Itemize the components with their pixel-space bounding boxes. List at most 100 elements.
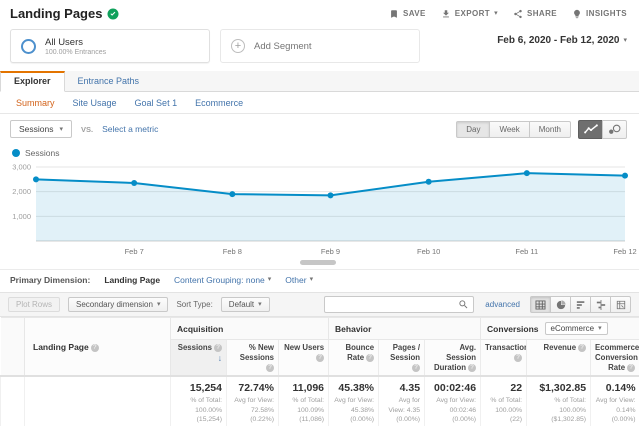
other-label: Other	[285, 275, 306, 285]
svg-text:Feb 12: Feb 12	[613, 247, 636, 256]
content-grouping-link[interactable]: Content Grouping: none ▾	[174, 275, 271, 285]
plot-rows-button[interactable]: Plot Rows	[8, 297, 60, 312]
percentage-view-button[interactable]	[550, 296, 571, 313]
chevron-down-icon: ▾	[494, 10, 498, 17]
scrollbar-thumb[interactable]	[300, 260, 336, 265]
totals-revenue: $1,302.85% of Total: 100.00% ($1,302.85)	[527, 376, 591, 426]
export-button[interactable]: EXPORT ▾	[441, 9, 498, 19]
secondary-dimension-button[interactable]: Secondary dimension ▾	[68, 297, 168, 312]
date-range-selector[interactable]: Feb 6, 2020 - Feb 12, 2020 ▾	[497, 35, 627, 46]
group-header-row: Landing Page Acquisition Behavior Conver…	[1, 318, 639, 340]
all-users-segment[interactable]: All Users 100.00% Entrances	[10, 29, 210, 63]
acquisition-group-header: Acquisition	[171, 318, 329, 340]
totals-checkbox-cell	[1, 376, 25, 426]
performance-view-button[interactable]	[570, 296, 591, 313]
help-icon[interactable]	[266, 364, 274, 372]
search-button[interactable]	[457, 299, 470, 310]
sessions-column-header[interactable]: Sessions ↓	[171, 340, 227, 377]
save-icon	[389, 9, 399, 19]
acquisition-label: Acquisition	[177, 324, 223, 334]
subtab-ecommerce[interactable]: Ecommerce	[195, 98, 243, 108]
tab-explorer[interactable]: Explorer	[0, 71, 65, 92]
date-range-text: Feb 6, 2020 - Feb 12, 2020	[497, 35, 619, 46]
segment-subtitle: 100.00% Entrances	[45, 49, 106, 56]
insights-label: INSIGHTS	[586, 9, 627, 18]
help-icon[interactable]	[468, 364, 476, 372]
chevron-down-icon: ▾	[310, 276, 314, 283]
share-button[interactable]: SHARE	[513, 9, 557, 19]
insights-button[interactable]: INSIGHTS	[572, 9, 627, 19]
help-icon[interactable]	[514, 354, 522, 362]
svg-text:Feb 11: Feb 11	[515, 247, 538, 256]
sort-type-button[interactable]: Default ▾	[221, 297, 270, 312]
data-table-view-button[interactable]	[530, 296, 551, 313]
subtab-summary[interactable]: Summary	[16, 98, 55, 108]
granularity-controls: Day Week Month	[456, 120, 627, 139]
totals-new-users: 11,096% of Total: 100.09% (11,086)	[279, 376, 329, 426]
primary-dimension-row: Primary Dimension: Landing Page Content …	[0, 269, 639, 289]
line-chart-view-button[interactable]	[578, 120, 603, 139]
svg-text:Feb 7: Feb 7	[125, 247, 144, 256]
motion-chart-view-button[interactable]	[602, 120, 627, 139]
help-icon[interactable]	[214, 344, 222, 352]
comparison-icon	[596, 300, 606, 310]
sort-type-label: Sort Type:	[176, 300, 212, 309]
save-button[interactable]: SAVE	[389, 9, 426, 19]
help-icon[interactable]	[412, 364, 420, 372]
totals-pages-per-session: 4.35Avg for View: 4.35 (0.00%)	[379, 376, 425, 426]
report-table: Landing Page Acquisition Behavior Conver…	[0, 317, 639, 426]
help-icon[interactable]	[366, 354, 374, 362]
metric-selector-button[interactable]: Sessions ▾	[10, 120, 72, 138]
other-dimension-link[interactable]: Other ▾	[285, 275, 313, 285]
help-icon[interactable]	[316, 354, 324, 362]
svg-text:1,000: 1,000	[12, 212, 31, 221]
chart-controls: Sessions ▾ VS. Select a metric Day Week …	[0, 114, 639, 144]
transactions-column-header[interactable]: Transactions	[481, 340, 527, 377]
export-label: EXPORT	[455, 9, 490, 18]
conversions-goal-selector[interactable]: eCommerce ▾	[545, 322, 608, 335]
plus-circle-icon: +	[231, 39, 245, 53]
totals-sessions: 15,254% of Total: 100.00% (15,254)	[171, 376, 227, 426]
conversions-label: Conversions	[487, 324, 539, 334]
chevron-down-icon: ▾	[598, 325, 602, 332]
help-icon[interactable]	[578, 344, 586, 352]
pages-per-session-column-header[interactable]: Pages / Session	[379, 340, 425, 377]
subtab-site-usage[interactable]: Site Usage	[73, 98, 117, 108]
day-button[interactable]: Day	[456, 121, 490, 138]
ecommerce-conversion-rate-column-header[interactable]: Ecommerce Conversion Rate	[591, 340, 639, 377]
behavior-label: Behavior	[335, 324, 371, 334]
svg-text:Feb 10: Feb 10	[417, 247, 440, 256]
add-segment-button[interactable]: + Add Segment	[220, 29, 420, 63]
comparison-view-button[interactable]	[590, 296, 611, 313]
new-users-column-header[interactable]: New Users	[279, 340, 329, 377]
sort-descending-icon: ↓	[218, 353, 222, 363]
advanced-search-link[interactable]: advanced	[485, 300, 520, 309]
help-icon[interactable]	[627, 364, 635, 372]
chart-block: Sessions 1,0002,0003,000Feb 7Feb 8Feb 9F…	[0, 144, 639, 266]
bounce-rate-column-header[interactable]: Bounce Rate	[329, 340, 379, 377]
share-label: SHARE	[527, 9, 557, 18]
title-wrap: Landing Pages	[10, 6, 119, 21]
pivot-view-button[interactable]	[610, 296, 631, 313]
pivot-icon	[616, 300, 626, 310]
landing-page-column-header[interactable]: Landing Page	[25, 318, 171, 377]
totals-ecommerce-conversion-rate: 0.14%Avg for View: 0.14% (0.00%)	[591, 376, 639, 426]
week-button[interactable]: Week	[489, 121, 529, 138]
verified-check-icon	[107, 8, 119, 20]
totals-dimension-cell	[25, 376, 171, 426]
tab-entrance-paths[interactable]: Entrance Paths	[65, 72, 153, 91]
avg-session-duration-column-header[interactable]: Avg. Session Duration	[425, 340, 481, 377]
help-icon[interactable]	[91, 344, 99, 352]
chart-scrollbar[interactable]	[0, 259, 639, 266]
primary-dimension-landing-page[interactable]: Landing Page	[104, 275, 160, 285]
percent-new-sessions-column-header[interactable]: % New Sessions	[227, 340, 279, 377]
chevron-down-icon: ▾	[157, 301, 161, 308]
save-label: SAVE	[403, 9, 426, 18]
subtab-goal-set-1[interactable]: Goal Set 1	[135, 98, 178, 108]
revenue-column-header[interactable]: Revenue	[527, 340, 591, 377]
secondary-dimension-label: Secondary dimension	[76, 300, 153, 309]
landing-pages-report: Landing Pages SAVE EXPORT ▾ SHARE INSIGH…	[0, 0, 639, 426]
select-a-metric-link[interactable]: Select a metric	[102, 124, 158, 134]
table-search-input[interactable]	[330, 300, 457, 309]
month-button[interactable]: Month	[529, 121, 571, 138]
